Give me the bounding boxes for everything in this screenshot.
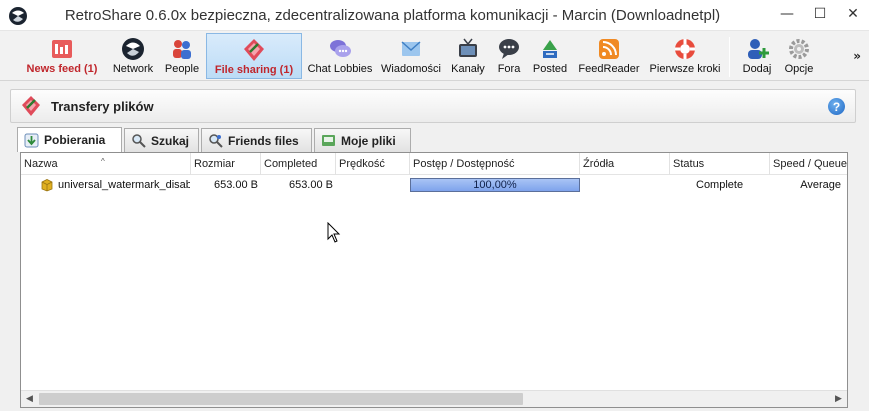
forums-icon [499, 39, 519, 59]
table-header: Nazwa ^ Rozmiar Completed Prędkość Postę… [21, 153, 847, 175]
tab-label: Friends files [228, 133, 299, 148]
toolbar-network[interactable]: Network [110, 33, 156, 79]
network-icon [122, 38, 144, 60]
toolbar-posted[interactable]: Posted [530, 33, 570, 79]
toolbar-file-sharing[interactable]: File sharing (1) [206, 33, 302, 79]
options-gear-icon [789, 39, 809, 59]
close-button[interactable]: ✕ [836, 0, 869, 28]
toolbar-label: File sharing (1) [214, 64, 294, 76]
tab-label: Moje pliki [341, 133, 396, 148]
getting-started-icon [675, 39, 695, 59]
window-title: RetroShare 0.6.0x bezpieczna, zdecentral… [64, 7, 721, 24]
toolbar-add-friend[interactable]: Dodaj [738, 33, 776, 79]
toolbar-label: Kanały [451, 63, 485, 75]
messages-icon [401, 41, 421, 56]
horizontal-scrollbar[interactable]: ◀ ▶ [21, 390, 847, 407]
toolbar-label: Wiadomości [381, 63, 441, 75]
people-icon [173, 40, 191, 59]
row-sources-cell [580, 176, 670, 194]
row-status-cell: Complete [696, 179, 744, 191]
row-completed-cell: 653.00 B [288, 179, 333, 191]
toolbar-label: Fora [497, 63, 521, 75]
file-transfers-icon [22, 96, 40, 116]
column-header-status[interactable]: Status [670, 153, 770, 175]
scroll-right-button[interactable]: ▶ [830, 391, 847, 407]
toolbar-feedreader[interactable]: FeedReader [576, 33, 642, 79]
scroll-left-button[interactable]: ◀ [21, 391, 38, 407]
toolbar-label: Dodaj [742, 63, 772, 75]
news-feed-icon [52, 40, 72, 58]
toolbar-label: Pierwsze kroki [649, 63, 721, 75]
file-name: universal_watermark_disab [58, 179, 190, 191]
table-row[interactable]: universal_watermark_disab 653.00 B 653.0… [21, 176, 847, 194]
toolbar-label: Network [112, 63, 154, 75]
column-header-size[interactable]: Rozmiar [191, 153, 261, 175]
toolbar-label: Opcje [784, 63, 814, 75]
toolbar-channels[interactable]: Kanały [448, 33, 488, 79]
toolbar-news-feed[interactable]: News feed (1) [18, 33, 106, 79]
toolbar-messages[interactable]: Wiadomości [380, 33, 442, 79]
tab-label: Szukaj [151, 133, 190, 148]
file-transfers-header: Transfery plików ? [10, 89, 856, 123]
my-files-icon [322, 135, 335, 146]
column-header-label: Nazwa [24, 158, 58, 170]
toolbar-label: People [164, 63, 200, 75]
tab-my-files[interactable]: Moje pliki [314, 128, 411, 152]
column-header-sources[interactable]: Źródła [580, 153, 670, 175]
page-title: Transfery plików [51, 99, 154, 114]
search-icon [132, 134, 146, 148]
minimize-button[interactable]: — [770, 0, 804, 28]
posted-icon [543, 40, 557, 58]
toolbar-options[interactable]: Opcje [780, 33, 818, 79]
tab-search[interactable]: Szukaj [124, 128, 199, 152]
column-header-progress[interactable]: Postęp / Dostępność [410, 153, 580, 175]
toolbar-chat-lobbies[interactable]: Chat Lobbies [306, 33, 374, 79]
progress-text: 100,00% [473, 179, 517, 191]
help-icon[interactable]: ? [828, 98, 845, 115]
toolbar-separator [729, 37, 730, 77]
column-header-completed[interactable]: Completed [261, 153, 336, 175]
row-name-cell: universal_watermark_disab [40, 176, 190, 194]
mouse-cursor-icon [327, 222, 341, 243]
downloads-table: Nazwa ^ Rozmiar Completed Prędkość Postę… [20, 152, 848, 408]
toolbar-getting-started[interactable]: Pierwsze kroki [647, 33, 723, 79]
main-toolbar: News feed (1) Network People File sharin… [0, 31, 869, 81]
tab-friends-files[interactable]: Friends files [201, 128, 312, 152]
tab-downloads[interactable]: Pobierania [17, 127, 122, 152]
column-header-speed[interactable]: Prędkość [336, 153, 410, 175]
toolbar-people[interactable]: People [160, 33, 204, 79]
chat-lobbies-icon [330, 40, 351, 57]
title-bar: RetroShare 0.6.0x bezpieczna, zdecentral… [0, 0, 869, 31]
row-speed-queue-cell: Average [800, 179, 841, 191]
row-size-cell: 653.00 B [213, 179, 258, 191]
downloads-icon [24, 133, 39, 147]
feedreader-icon [599, 39, 619, 59]
channels-icon [459, 38, 477, 57]
progress-bar: 100,00% [410, 178, 580, 192]
retroshare-logo-icon[interactable] [8, 6, 28, 26]
toolbar-label: FeedReader [578, 63, 640, 75]
toolbar-label: Posted [532, 63, 568, 75]
file-sharing-icon [244, 39, 264, 61]
sort-ascending-icon: ^ [101, 157, 105, 166]
row-speed-cell [336, 176, 410, 194]
scrollbar-thumb[interactable] [39, 393, 523, 405]
toolbar-label: News feed (1) [26, 63, 98, 75]
file-package-icon [41, 179, 53, 192]
toolbar-label: Chat Lobbies [307, 63, 373, 75]
toolbar-overflow-button[interactable]: » [853, 49, 861, 63]
friends-files-icon [209, 134, 223, 148]
add-friend-icon [748, 39, 769, 59]
tab-label: Pobierania [44, 133, 106, 147]
column-header-speed-queue[interactable]: Speed / Queue [770, 153, 847, 175]
column-header-name[interactable]: Nazwa ^ [21, 153, 191, 175]
maximize-button[interactable]: ☐ [803, 0, 837, 28]
toolbar-forums[interactable]: Fora [492, 33, 526, 79]
